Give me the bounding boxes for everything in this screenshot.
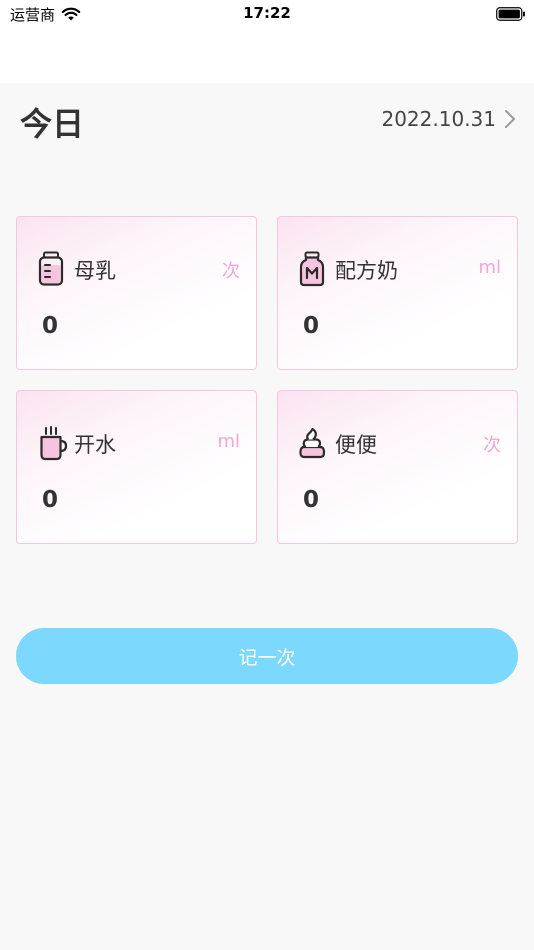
card-value: 0 xyxy=(303,313,320,339)
card-value: 0 xyxy=(42,313,59,339)
card-water[interactable]: 开水 ml 0 xyxy=(16,390,257,544)
status-bar: 运营商 17:22 xyxy=(0,0,534,28)
card-unit: 次 xyxy=(222,261,240,282)
card-formula-milk[interactable]: 配方奶 ml 0 xyxy=(277,216,518,370)
chevron-right-icon xyxy=(505,110,515,128)
card-unit: 次 xyxy=(483,435,501,456)
card-label: 开水 xyxy=(74,433,116,457)
header: 今日 2022.10.31 xyxy=(0,83,534,155)
water-cup-icon xyxy=(40,426,68,461)
poop-icon xyxy=(299,427,326,459)
date-selector[interactable]: 2022.10.31 xyxy=(381,105,516,133)
page-title: 今日 xyxy=(20,105,85,143)
card-value: 0 xyxy=(303,487,320,513)
record-button-label: 记一次 xyxy=(238,646,296,669)
formula-milk-icon xyxy=(299,251,325,287)
card-poop[interactable]: 便便 次 0 xyxy=(277,390,518,544)
battery-icon xyxy=(496,7,525,21)
card-breast-milk[interactable]: 母乳 次 0 xyxy=(16,216,257,370)
card-label: 便便 xyxy=(335,433,377,457)
card-label: 母乳 xyxy=(74,259,116,283)
baby-bottle-icon xyxy=(38,251,64,286)
status-time: 17:22 xyxy=(243,4,291,22)
navigation-bar xyxy=(0,28,534,83)
card-unit: ml xyxy=(217,431,240,452)
record-button[interactable]: 记一次 xyxy=(16,628,518,684)
card-label: 配方奶 xyxy=(335,259,398,283)
card-unit: ml xyxy=(478,257,501,278)
date-label: 2022.10.31 xyxy=(381,107,496,131)
card-value: 0 xyxy=(42,487,59,513)
